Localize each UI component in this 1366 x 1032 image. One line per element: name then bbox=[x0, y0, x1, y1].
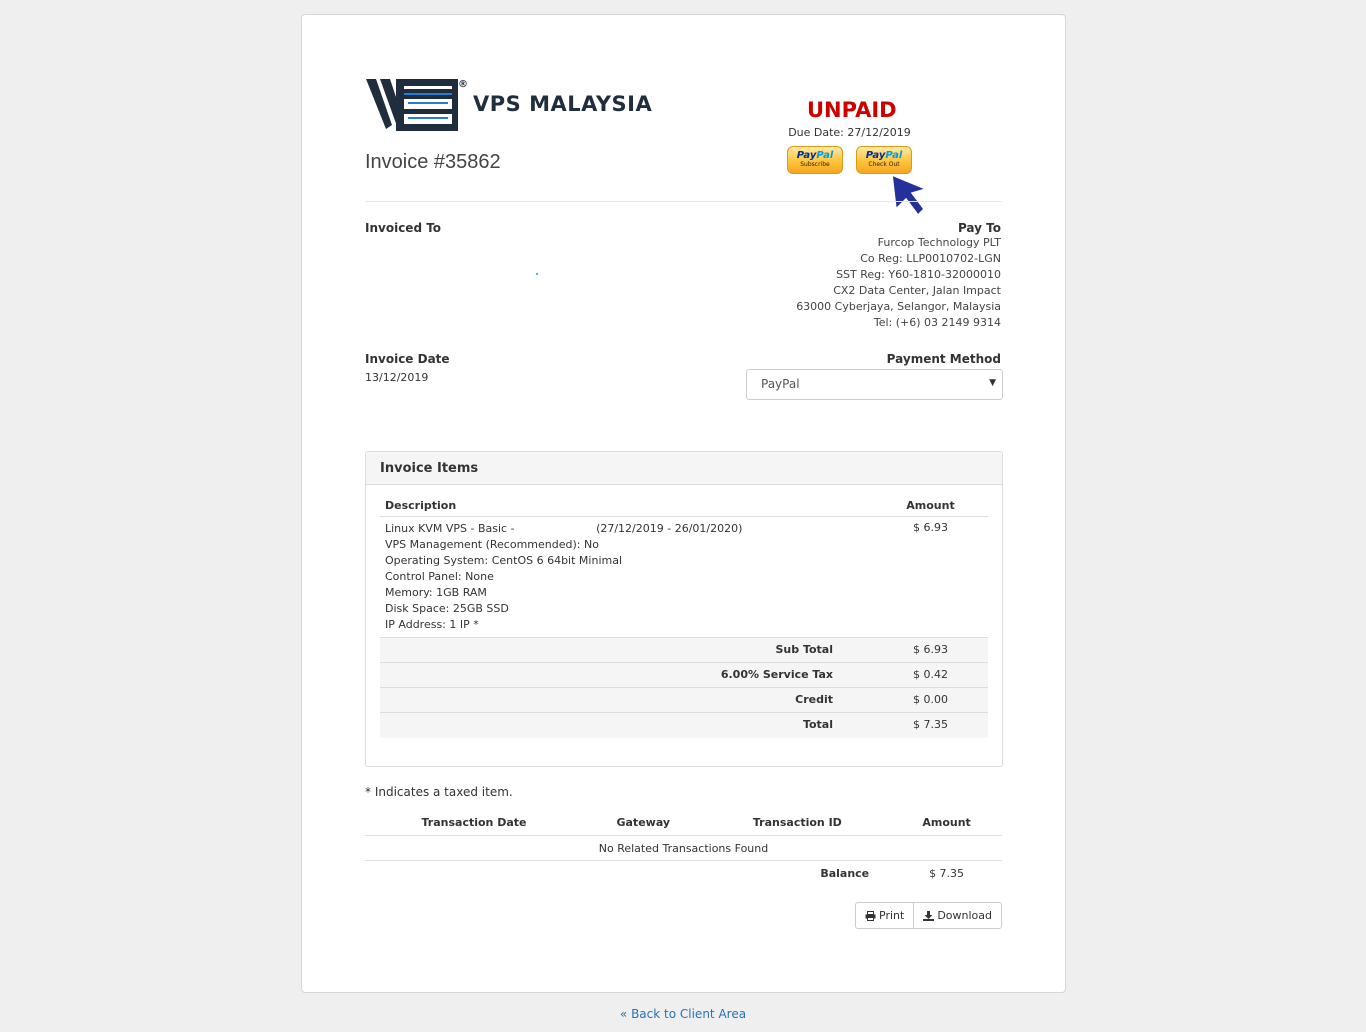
no-transactions-message: No Related Transactions Found bbox=[365, 835, 1002, 861]
total-label: Total bbox=[380, 712, 873, 738]
table-row: Total $ 7.35 bbox=[380, 712, 988, 738]
col-amount: Amount bbox=[891, 812, 1002, 836]
print-label: Print bbox=[879, 909, 905, 922]
registered-mark: ® bbox=[458, 79, 468, 90]
taxed-item-note: * Indicates a taxed item. bbox=[365, 785, 513, 799]
col-transaction-id: Transaction ID bbox=[703, 812, 892, 836]
pay-to-block: Pay To Furcop Technology PLT Co Reg: LLP… bbox=[796, 221, 1001, 331]
tax-value: $ 0.42 bbox=[873, 662, 988, 688]
col-description: Description bbox=[380, 489, 873, 517]
invoiced-to-value bbox=[536, 273, 538, 275]
tax-label: 6.00% Service Tax bbox=[380, 662, 873, 688]
dropdown-arrow-icon: ▼ bbox=[989, 378, 996, 388]
item-description: Linux KVM VPS - Basic - (27/12/2019 - 26… bbox=[380, 517, 873, 638]
item-name: Linux KVM VPS - Basic - bbox=[385, 522, 515, 535]
item-detail: IP Address: 1 IP * bbox=[385, 618, 479, 631]
pay-to-line: Co Reg: LLP0010702-LGN bbox=[860, 252, 1001, 265]
brand-name: VPS MALAYSIA bbox=[473, 92, 653, 116]
item-amount: $ 6.93 bbox=[913, 521, 948, 534]
table-row: Credit $ 0.00 bbox=[380, 687, 988, 713]
pay-to-line: CX2 Data Center, Jalan Impact bbox=[833, 284, 1001, 297]
payment-method-value: PayPal bbox=[761, 377, 800, 391]
invoiced-to-label: Invoiced To bbox=[365, 221, 442, 235]
invoice-items-title: Invoice Items bbox=[366, 452, 1002, 485]
col-gateway: Gateway bbox=[583, 812, 704, 836]
download-button[interactable]: Download bbox=[914, 902, 1002, 929]
paypal-checkout-label: Check Out bbox=[868, 161, 900, 168]
download-label: Download bbox=[937, 909, 992, 922]
download-icon bbox=[923, 910, 935, 921]
subtotal-value: $ 6.93 bbox=[873, 637, 988, 663]
credit-label: Credit bbox=[380, 687, 873, 713]
header-divider bbox=[365, 201, 1002, 202]
balance-value: $ 7.35 bbox=[929, 866, 965, 880]
item-period: (27/12/2019 - 26/01/2020) bbox=[596, 522, 743, 535]
print-button[interactable]: Print bbox=[855, 902, 915, 929]
invoice-date-label: Invoice Date bbox=[365, 352, 450, 366]
table-row: Balance $ 7.35 bbox=[365, 861, 1002, 886]
pay-to-line: Furcop Technology PLT bbox=[877, 236, 1001, 249]
pay-to-line: SST Reg: Y60-1810-32000010 bbox=[836, 268, 1001, 281]
balance-label: Balance bbox=[820, 866, 870, 880]
mouse-pointer-icon bbox=[891, 173, 929, 217]
invoice-actions: Print Download bbox=[855, 902, 1002, 929]
paypal-subscribe-label: Subscribe bbox=[800, 161, 830, 168]
pay-to-line: 63000 Cyberjaya, Selangor, Malaysia bbox=[796, 300, 1001, 313]
item-detail: Operating System: CentOS 6 64bit Minimal bbox=[385, 554, 623, 567]
item-detail: VPS Management (Recommended): No bbox=[385, 538, 599, 551]
table-row: Sub Total $ 6.93 bbox=[380, 637, 988, 663]
item-detail: Memory: 1GB RAM bbox=[385, 586, 487, 599]
col-amount: Amount bbox=[873, 489, 988, 517]
table-row: Linux KVM VPS - Basic - (27/12/2019 - 26… bbox=[380, 517, 988, 638]
total-value: $ 7.35 bbox=[873, 712, 988, 738]
payment-method-select[interactable]: PayPal ▼ bbox=[746, 369, 1003, 400]
due-date: Due Date: 27/12/2019 bbox=[788, 126, 911, 139]
subtotal-label: Sub Total bbox=[380, 637, 873, 663]
page-title: Invoice #35862 bbox=[365, 151, 501, 173]
invoice-card: ® VPS MALAYSIA Invoice #35862 UNPAID Due… bbox=[301, 14, 1066, 993]
back-to-client-area-link[interactable]: « Back to Client Area bbox=[0, 1007, 1366, 1021]
transactions-table: Transaction Date Gateway Transaction ID … bbox=[365, 812, 1002, 886]
payment-method-label: Payment Method bbox=[886, 352, 1001, 366]
credit-value: $ 0.00 bbox=[873, 687, 988, 713]
invoice-items-table: Description Amount Linux KVM VPS - Basic… bbox=[380, 489, 988, 738]
item-detail: Control Panel: None bbox=[385, 570, 494, 583]
item-detail: Disk Space: 25GB SSD bbox=[385, 602, 509, 615]
paypal-checkout-button[interactable]: PayPal Check Out bbox=[856, 146, 912, 174]
col-transaction-date: Transaction Date bbox=[365, 812, 583, 836]
paypal-logo-icon: PayPal bbox=[796, 150, 834, 161]
pay-to-label: Pay To bbox=[957, 221, 1001, 235]
status-badge: UNPAID bbox=[807, 98, 897, 122]
invoice-date-value: 13/12/2019 bbox=[365, 371, 429, 384]
table-row: 6.00% Service Tax $ 0.42 bbox=[380, 662, 988, 688]
invoice-items-panel: Invoice Items Description Amount Linux K… bbox=[365, 451, 1003, 767]
paypal-logo-icon: PayPal bbox=[865, 150, 903, 161]
paypal-subscribe-button[interactable]: PayPal Subscribe bbox=[787, 146, 843, 174]
pay-to-line: Tel: (+6) 03 2149 9314 bbox=[873, 316, 1001, 329]
table-row: No Related Transactions Found bbox=[365, 835, 1002, 861]
print-icon bbox=[865, 910, 876, 921]
